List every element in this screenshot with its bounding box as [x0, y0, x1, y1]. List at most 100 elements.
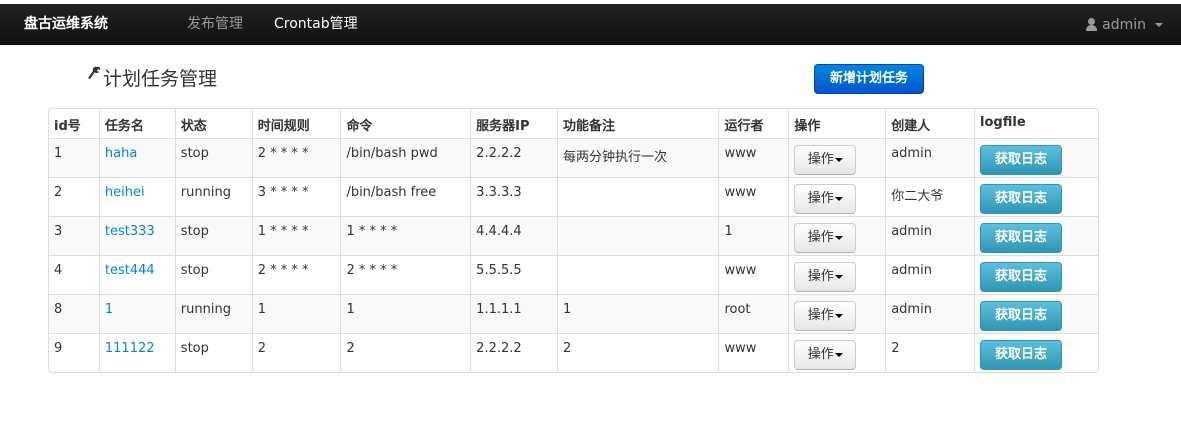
ops-label: 操作: [807, 347, 834, 362]
task-name-link[interactable]: 111122: [105, 341, 155, 356]
page-title-text: 计划任务管理: [103, 68, 218, 90]
header-id: id号: [54, 119, 81, 134]
cell-ops: 操作: [788, 294, 886, 333]
cell-creator: admin: [885, 138, 975, 177]
cell-note: [557, 216, 719, 255]
cell-id: 4: [49, 255, 99, 294]
ops-dropdown-button[interactable]: 操作: [794, 223, 857, 253]
cell-ops: 操作: [788, 138, 886, 177]
cell-command: 1 * * * *: [340, 216, 471, 255]
get-log-button[interactable]: 获取日志: [980, 223, 1063, 253]
ops-dropdown-button[interactable]: 操作: [794, 262, 857, 292]
cell-runner: root: [718, 294, 789, 333]
cell-rule: 3 * * * *: [251, 177, 341, 216]
add-task-button[interactable]: 新增计划任务: [814, 64, 924, 94]
cell-logfile: 获取日志: [974, 138, 1098, 177]
cell-note: [557, 255, 719, 294]
cell-logfile: 获取日志: [974, 294, 1098, 333]
task-name-link[interactable]: 1: [105, 302, 113, 317]
caret-down-icon: [834, 196, 843, 201]
table-row: 1 haha stop 2 * * * */bin/bash pwd 2.2.2.2 每两…: [49, 138, 1098, 177]
cell-id: 2: [49, 177, 99, 216]
cell-ip: 2.2.2.2: [470, 333, 558, 372]
header-command: 命令: [340, 109, 470, 138]
cell-rule: 1 * * * *: [251, 216, 341, 255]
cell-id: 9: [49, 333, 99, 372]
nav-crontab-management[interactable]: Crontab管理: [274, 4, 358, 45]
cell-ops: 操作: [788, 255, 886, 294]
wrench-icon: [88, 66, 101, 81]
cell-logfile: 获取日志: [974, 333, 1098, 372]
get-log-button[interactable]: 获取日志: [980, 262, 1063, 292]
cell-command: 2 * * * *: [340, 255, 471, 294]
cell-note: 2: [557, 333, 719, 372]
cell-runner: 1: [718, 216, 789, 255]
cell-name: 111122: [98, 333, 175, 372]
ops-label: 操作: [807, 230, 834, 245]
get-log-button[interactable]: 获取日志: [980, 145, 1063, 175]
task-name-link[interactable]: test333: [105, 224, 155, 239]
task-name-link[interactable]: heihei: [105, 185, 145, 200]
ops-dropdown-button[interactable]: 操作: [794, 145, 857, 175]
cell-status: stop: [174, 333, 252, 372]
brand-title[interactable]: 盘古运维系统: [24, 4, 108, 45]
cell-status: stop: [174, 255, 252, 294]
cell-note: 1: [557, 294, 719, 333]
cell-runner: www: [718, 138, 789, 177]
header-name: 任务名: [98, 109, 175, 138]
cell-id: 3: [49, 216, 99, 255]
get-log-button[interactable]: 获取日志: [980, 340, 1063, 370]
cell-ip: 2.2.2.2: [470, 138, 558, 177]
ops-dropdown-button[interactable]: 操作: [794, 301, 857, 331]
cell-name: haha: [98, 138, 175, 177]
cell-runner: www: [718, 255, 789, 294]
cell-creator: admin: [885, 294, 975, 333]
header-ops: 操作: [788, 109, 885, 138]
cell-status: running: [174, 177, 252, 216]
get-log-button[interactable]: 获取日志: [980, 301, 1063, 331]
cell-logfile: 获取日志: [974, 177, 1098, 216]
table-row: 2 heihei running 3 * * * */bin/bash free 3.3…: [49, 177, 1098, 216]
table-row: 8 1 running 1 1 1.1.1.1 1 root 操作 admin 获取日志: [49, 294, 1098, 333]
top-navbar: 盘古运维系统 发布管理 Crontab管理 admin: [0, 4, 1181, 45]
cell-ip: 1.1.1.1: [470, 294, 558, 333]
table-header-row: id号 任务名 状态 时间规则 命令 服务器IP 功能备注 运行者 操作 创建人…: [49, 109, 1098, 138]
header-rule: 时间规则: [251, 109, 341, 138]
cell-command: 1: [340, 294, 471, 333]
nav-release-management[interactable]: 发布管理: [187, 4, 243, 45]
cell-creator: 你二大爷: [885, 177, 975, 216]
ops-dropdown-button[interactable]: 操作: [794, 184, 857, 214]
header-ip: 服务器IP: [470, 109, 557, 138]
cell-name: heihei: [98, 177, 175, 216]
caret-down-icon: [834, 352, 843, 357]
cell-status: stop: [174, 138, 252, 177]
cell-ops: 操作: [788, 333, 886, 372]
cell-ops: 操作: [788, 216, 886, 255]
ops-label: 操作: [807, 191, 834, 206]
ops-label: 操作: [807, 152, 834, 167]
task-name-link[interactable]: haha: [105, 146, 137, 161]
cell-rule: 2: [251, 333, 341, 372]
user-menu[interactable]: admin: [1086, 4, 1163, 45]
user-icon: [1086, 18, 1098, 31]
header-runner: 运行者: [718, 109, 788, 138]
cell-command: /bin/bash free: [340, 177, 471, 216]
cell-id: 8: [49, 294, 99, 333]
page-title: 计划任务管理: [88, 64, 217, 91]
header-note: 功能备注: [557, 109, 718, 138]
cell-id: 1: [49, 138, 99, 177]
cell-status: running: [174, 294, 252, 333]
cell-runner: www: [718, 333, 789, 372]
cell-creator: 2: [885, 333, 975, 372]
cell-logfile: 获取日志: [974, 216, 1098, 255]
table-row: 3 test333 stop 1 * * * * 1 * * * * 4.4.4.4 1 操作…: [49, 216, 1098, 255]
get-log-button[interactable]: 获取日志: [980, 184, 1063, 214]
user-name: admin: [1102, 16, 1146, 33]
ops-dropdown-button[interactable]: 操作: [794, 340, 857, 370]
header-creator: 创建人: [885, 109, 974, 138]
task-name-link[interactable]: test444: [105, 263, 155, 278]
cell-creator: admin: [885, 255, 975, 294]
chevron-down-icon: [1155, 22, 1163, 27]
cell-rule: 1: [251, 294, 341, 333]
cell-ip: 3.3.3.3: [470, 177, 558, 216]
